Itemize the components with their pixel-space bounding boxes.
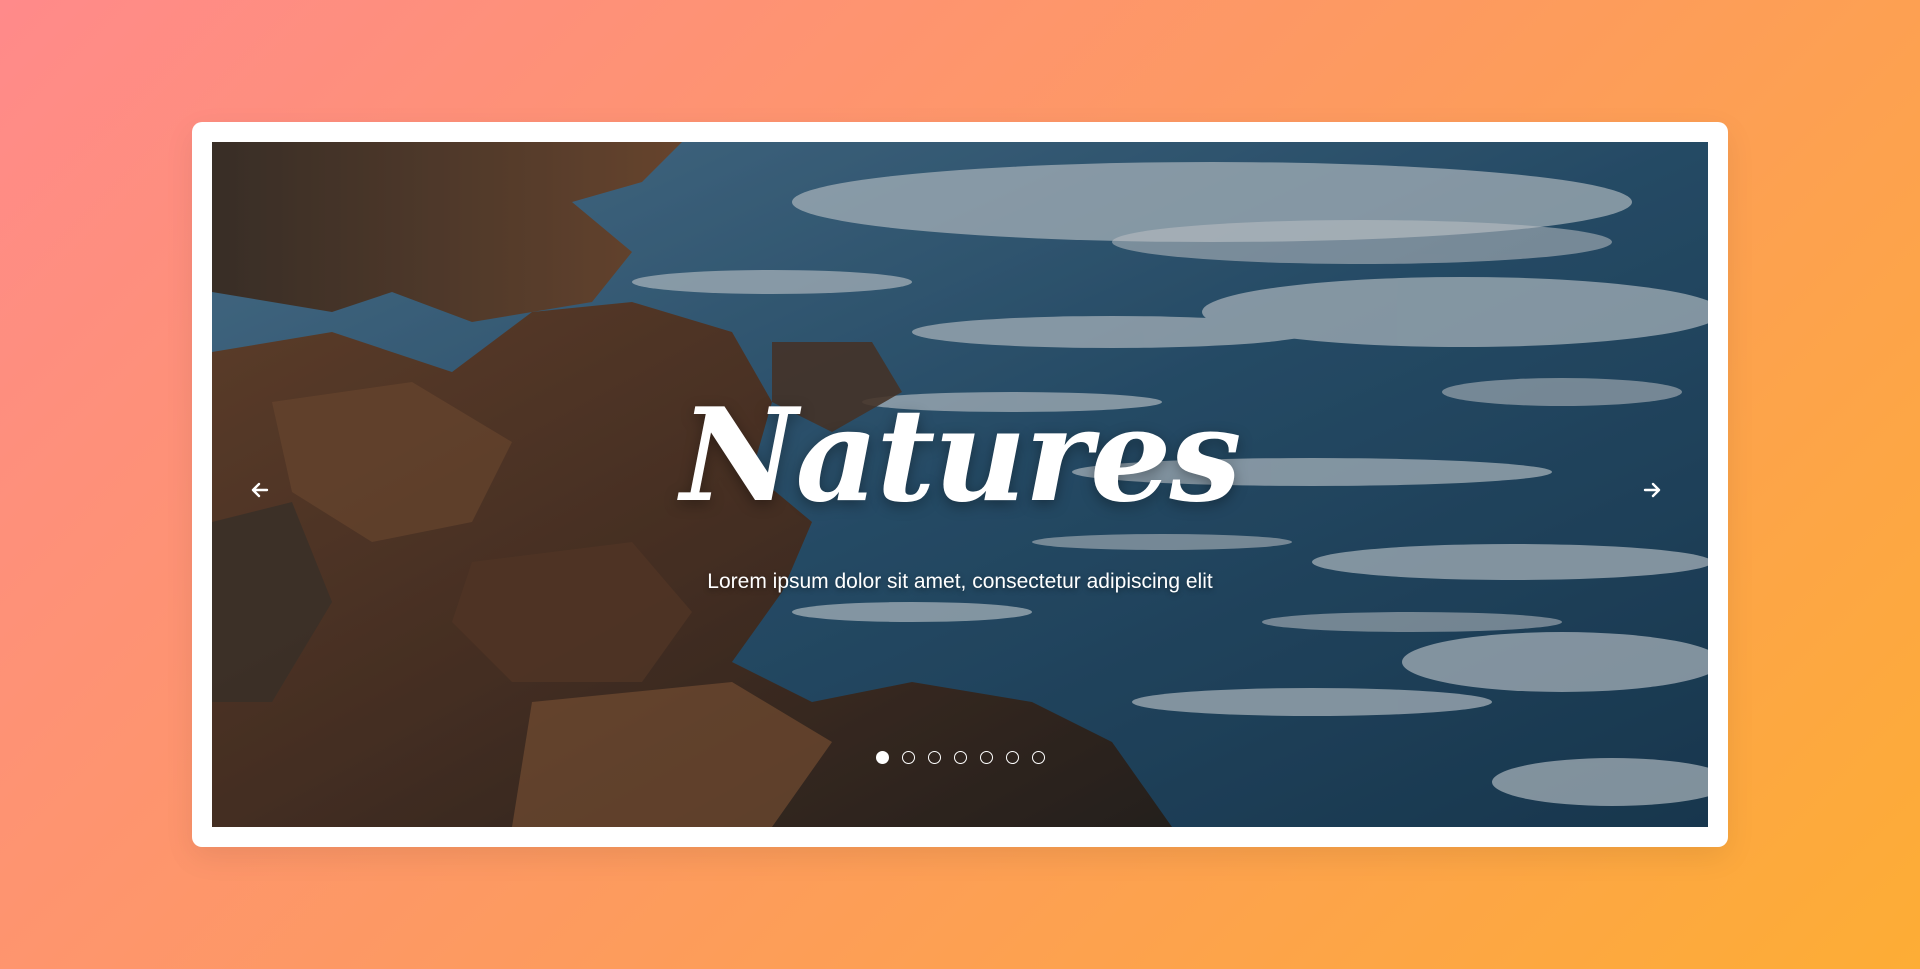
pagination-dot[interactable] [953,751,967,764]
slide-image: Natures Lorem ipsum dolor sit amet, cons… [212,142,1708,827]
next-slide-button[interactable] [1634,472,1670,508]
arrow-right-icon [1643,482,1661,498]
pagination-dot[interactable] [979,751,993,764]
slide-caption: Natures Lorem ipsum dolor sit amet, cons… [212,142,1708,827]
slide-pagination [212,751,1708,764]
slider-frame: Natures Lorem ipsum dolor sit amet, cons… [192,122,1728,847]
pagination-dot[interactable] [1005,751,1019,764]
pagination-dot[interactable] [1031,751,1045,764]
prev-slide-button[interactable] [242,472,278,508]
slide-subtitle: Lorem ipsum dolor sit amet, consectetur … [707,570,1213,593]
arrow-left-icon [251,482,269,498]
pagination-dot[interactable] [927,751,941,764]
slide-title: Natures [680,381,1241,531]
pagination-dot[interactable] [875,751,889,764]
pagination-dot[interactable] [901,751,915,764]
